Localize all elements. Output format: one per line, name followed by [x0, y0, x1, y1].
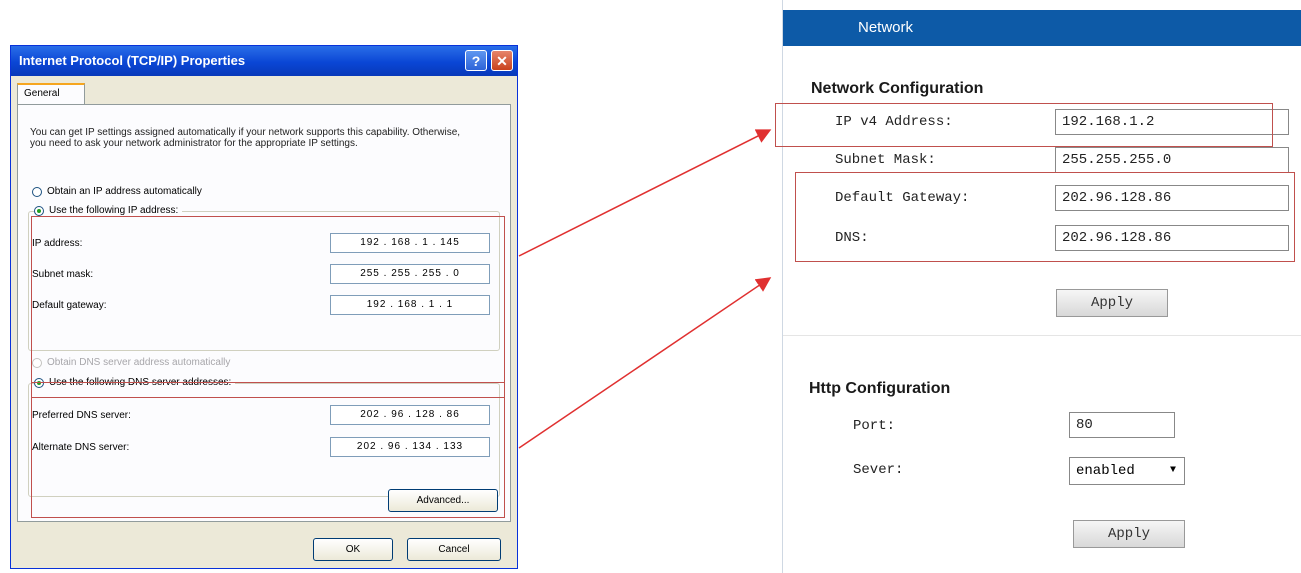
- arrow-ip-to-web: [518, 129, 772, 257]
- obtain-ip-label: Obtain an IP address automatically: [47, 186, 202, 197]
- arrow-dns-to-web: [518, 277, 772, 449]
- http-apply-button[interactable]: Apply: [1073, 520, 1185, 548]
- use-ip-label: Use the following IP address:: [49, 205, 179, 216]
- cancel-button[interactable]: Cancel: [407, 538, 501, 561]
- tab-general[interactable]: General: [17, 83, 85, 105]
- subnet-mask-input[interactable]: 255.255.255.0: [1055, 147, 1289, 173]
- ip-settings-highlight-box: [31, 216, 505, 398]
- dialog-title-bar[interactable]: Internet Protocol (TCP/IP) Properties ? …: [11, 46, 517, 76]
- dialog-description: You can get IP settings assigned automat…: [30, 127, 461, 149]
- port-label: Port:: [853, 418, 896, 434]
- dialog-title: Internet Protocol (TCP/IP) Properties: [19, 53, 246, 68]
- port-input[interactable]: 80: [1069, 412, 1175, 438]
- gateway-dns-highlight-box: [795, 172, 1295, 262]
- obtain-ip-radio[interactable]: [32, 186, 42, 197]
- subnet-mask-label-web: Subnet Mask:: [835, 152, 936, 168]
- server-select-value: enabled: [1076, 463, 1135, 479]
- http-config-title: Http Configuration: [809, 380, 951, 397]
- use-ip-radio[interactable]: [34, 205, 44, 216]
- close-button[interactable]: ✕: [491, 50, 513, 71]
- tcpip-properties-dialog: Internet Protocol (TCP/IP) Properties ? …: [10, 45, 518, 569]
- server-select[interactable]: enabled ▼: [1069, 457, 1185, 485]
- web-network-page: Network Network Configuration IP v4 Addr…: [775, 0, 1301, 573]
- ipv4-highlight-box: [775, 103, 1273, 147]
- chevron-down-icon: ▼: [1169, 465, 1176, 476]
- help-button[interactable]: ?: [465, 50, 487, 71]
- dns-settings-highlight-box: [31, 382, 505, 518]
- server-label: Sever:: [853, 462, 904, 478]
- network-header: Network: [783, 10, 1301, 46]
- use-ip-option[interactable]: Use the following IP address:: [34, 205, 183, 216]
- obtain-ip-auto-option[interactable]: Obtain an IP address automatically: [32, 186, 202, 197]
- network-config-title: Network Configuration: [811, 80, 984, 97]
- ok-button[interactable]: OK: [313, 538, 393, 561]
- section-divider: [783, 335, 1301, 336]
- network-apply-button[interactable]: Apply: [1056, 289, 1168, 317]
